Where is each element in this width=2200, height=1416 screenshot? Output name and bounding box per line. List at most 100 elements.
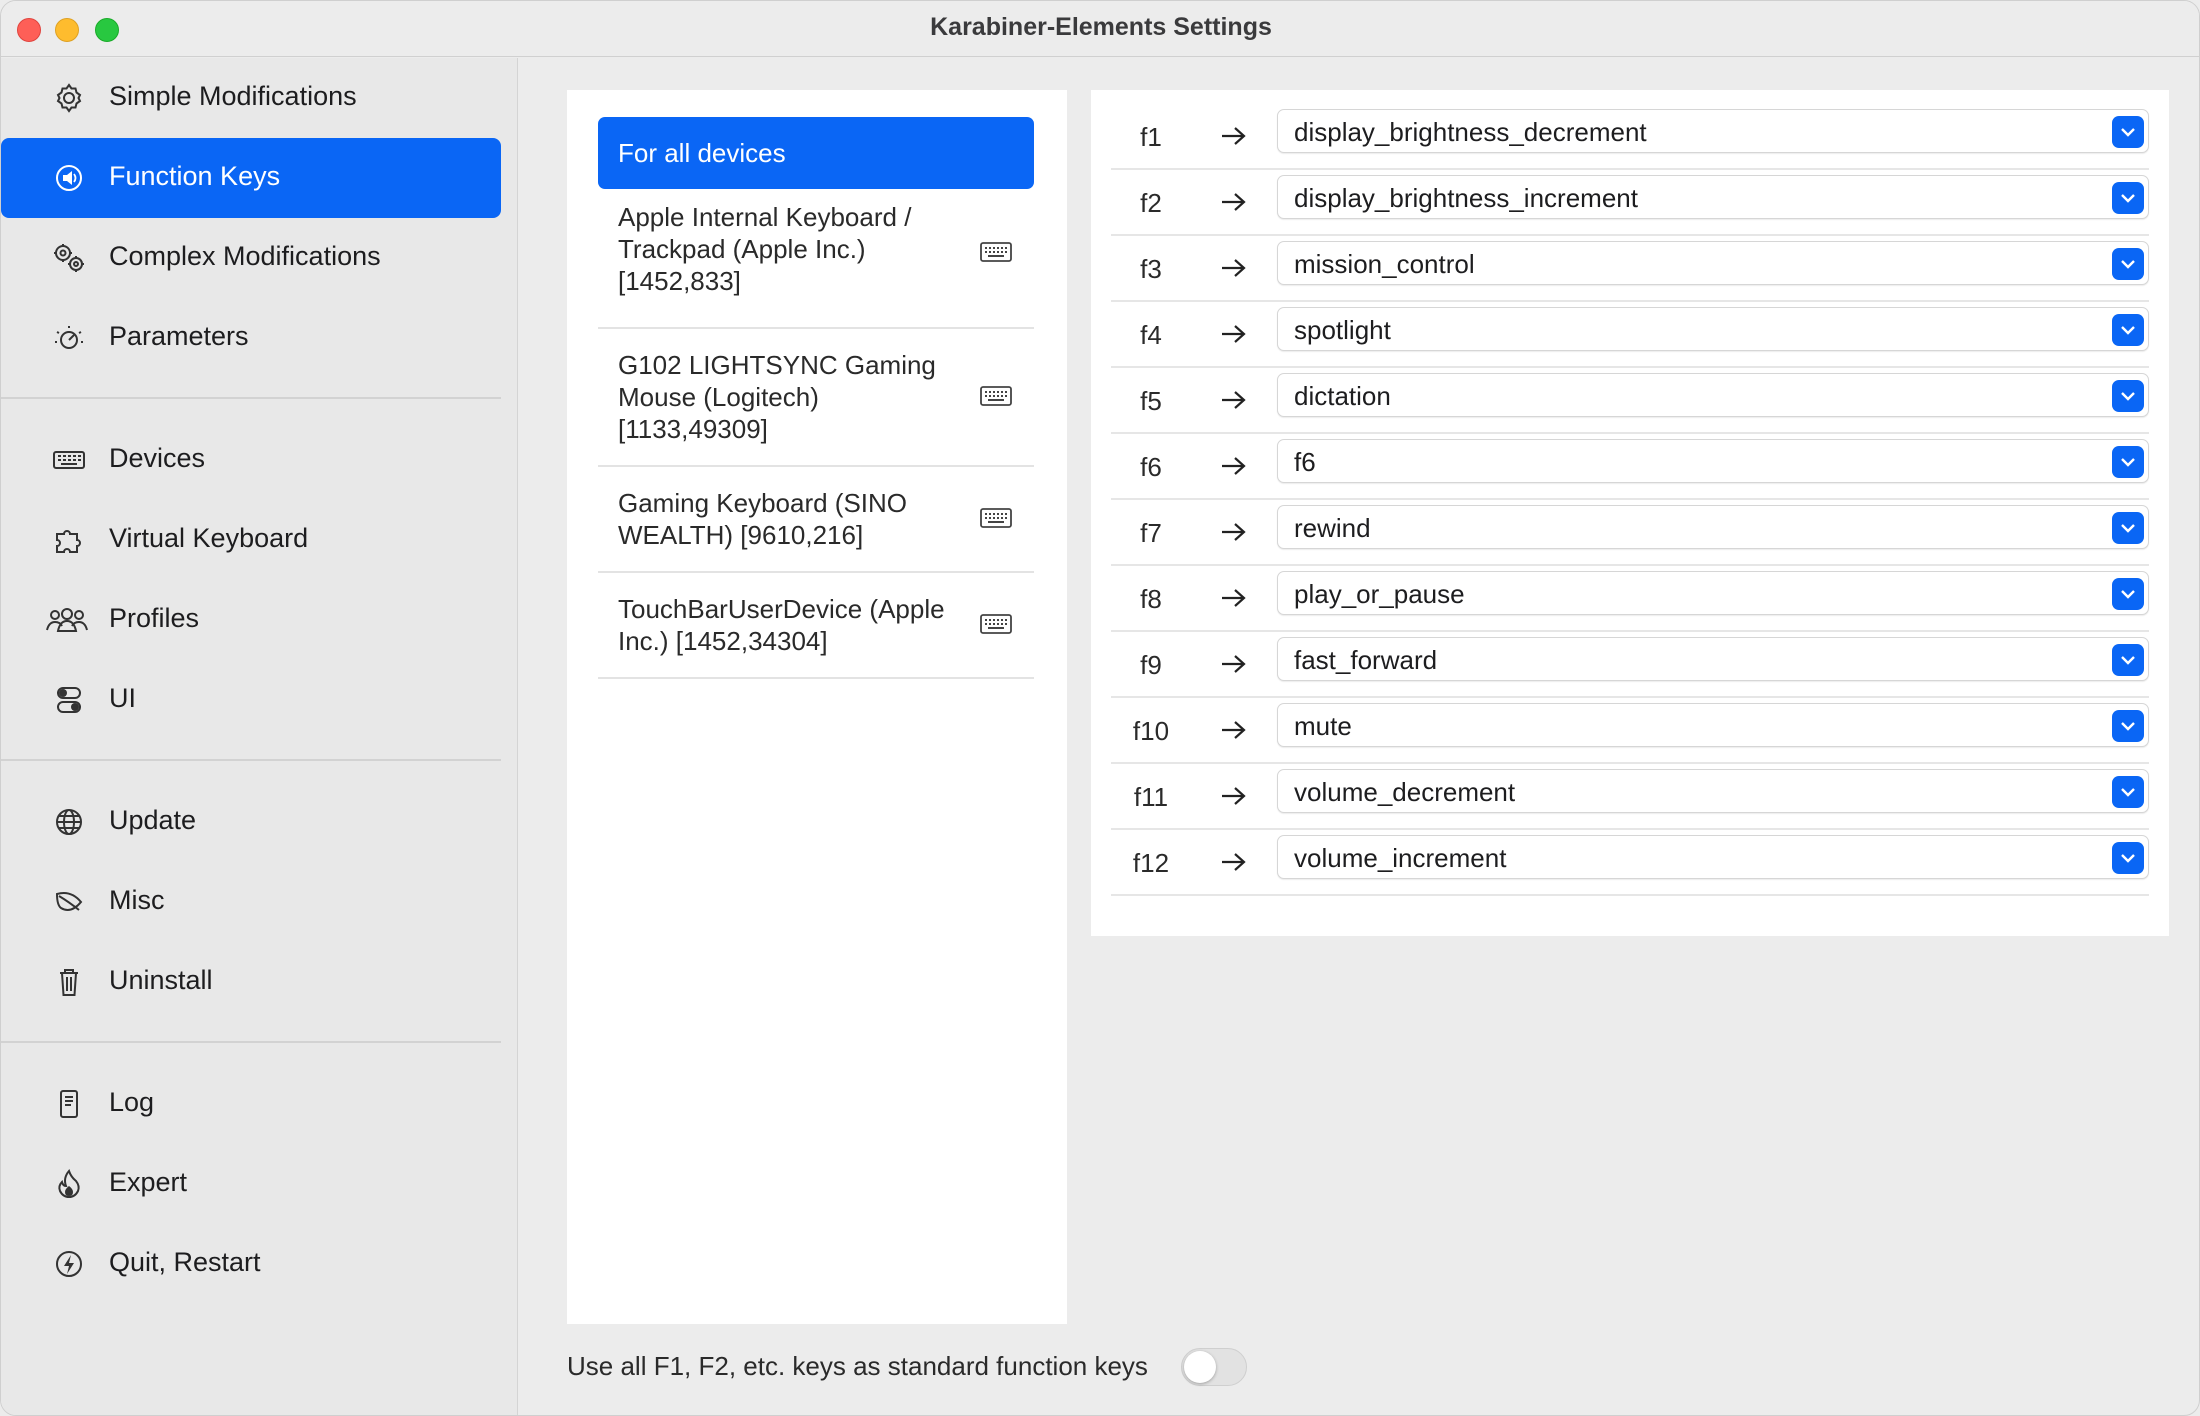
keyboard-icon (980, 508, 1012, 528)
fk-row-f12: f12 volume_increment (1111, 830, 2149, 896)
sidebar-item-update[interactable]: Update (1, 782, 501, 862)
sidebar-divider (1, 397, 501, 399)
app-window: Karabiner-Elements Settings Simple Modif… (0, 0, 2200, 1416)
fk-select-value: spotlight (1294, 315, 1391, 345)
sidebar-item-label: Log (109, 1087, 155, 1117)
device-item[interactable]: Gaming Keyboard (SINO WEALTH) [9610,216] (598, 467, 1034, 573)
fk-select-value: fast_forward (1294, 645, 1438, 675)
chevron-down-icon[interactable] (2112, 314, 2144, 346)
sidebar-item-function-keys[interactable]: Function Keys (1, 138, 501, 218)
fk-select-f5[interactable]: dictation (1277, 373, 2149, 417)
device-item[interactable]: G102 LIGHTSYNC Gaming Mouse (Logitech) [… (598, 329, 1034, 467)
arrow-right-icon (1222, 589, 1246, 607)
standard-function-keys-toggle[interactable] (1181, 1348, 1247, 1386)
fk-select-f7[interactable]: rewind (1277, 505, 2149, 549)
chevron-down-icon[interactable] (2112, 512, 2144, 544)
arrow-right-icon (1222, 655, 1246, 673)
sidebar-item-expert[interactable]: Expert (1, 1144, 501, 1224)
sidebar-item-label: Expert (109, 1167, 188, 1197)
fk-select-f4[interactable]: spotlight (1277, 307, 2149, 351)
chevron-down-icon[interactable] (2112, 842, 2144, 874)
toggle-knob (1184, 1351, 1216, 1383)
fk-select-f1[interactable]: display_brightness_decrement (1277, 109, 2149, 153)
sidebar-item-virtual-keyboard[interactable]: Virtual Keyboard (1, 500, 501, 580)
chevron-down-icon[interactable] (2112, 578, 2144, 610)
sidebar-divider (1, 1041, 501, 1043)
chevron-down-icon[interactable] (2112, 380, 2144, 412)
gear-icon (49, 80, 89, 116)
fk-select-value: rewind (1294, 513, 1371, 543)
fk-row-f5: f5 dictation (1111, 368, 2149, 434)
arrow-right-icon (1222, 193, 1246, 211)
sidebar-item-uninstall[interactable]: Uninstall (1, 942, 501, 1022)
fk-row-f8: f8 play_or_pause (1111, 566, 2149, 632)
standard-function-keys-label: Use all F1, F2, etc. keys as standard fu… (567, 1351, 1148, 1381)
fk-key-label: f9 (1140, 650, 1162, 680)
arrow-right-icon (1222, 853, 1246, 871)
fk-select-f10[interactable]: mute (1277, 703, 2149, 747)
sidebar-item-simple-modifications[interactable]: Simple Modifications (1, 58, 501, 138)
fk-key-label: f3 (1140, 254, 1162, 284)
fk-select-f6[interactable]: f6 (1277, 439, 2149, 483)
chevron-down-icon[interactable] (2112, 116, 2144, 148)
fk-select-f11[interactable]: volume_decrement (1277, 769, 2149, 813)
fk-key-label: f12 (1132, 848, 1170, 878)
device-item[interactable]: TouchBarUserDevice (Apple Inc.) [1452,34… (598, 573, 1034, 679)
sidebar-item-quit-restart[interactable]: Quit, Restart (1, 1224, 501, 1304)
fk-select-f8[interactable]: play_or_pause (1277, 571, 2149, 615)
sidebar-item-label: Complex Modifications (109, 241, 381, 271)
fk-select-f12[interactable]: volume_increment (1277, 835, 2149, 879)
gears-icon (49, 240, 89, 276)
sidebar-item-label: Update (109, 805, 197, 835)
globe-icon (49, 804, 89, 840)
sidebar-item-devices[interactable]: Devices (1, 420, 501, 500)
chevron-down-icon[interactable] (2112, 182, 2144, 214)
toggles-icon (49, 682, 89, 718)
fk-key-label: f2 (1140, 188, 1162, 218)
fk-select-f9[interactable]: fast_forward (1277, 637, 2149, 681)
device-name: G102 LIGHTSYNC Gaming Mouse (Logitech) [… (618, 350, 936, 444)
fk-select-value: dictation (1294, 381, 1391, 411)
device-item[interactable]: Apple Internal Keyboard / Trackpad (Appl… (598, 201, 1034, 329)
chevron-down-icon[interactable] (2112, 776, 2144, 808)
sidebar-item-label: Function Keys (109, 161, 281, 191)
leaf-icon (49, 884, 89, 920)
fk-row-f4: f4 spotlight (1111, 302, 2149, 368)
fk-row-f11: f11 volume_decrement (1111, 764, 2149, 830)
fk-key-label: f4 (1140, 320, 1162, 350)
keyboard-icon (980, 386, 1012, 406)
fk-row-f10: f10 mute (1111, 698, 2149, 764)
device-list: For all devices Apple Internal Keyboard … (567, 90, 1067, 1324)
device-item-all-devices[interactable]: For all devices (598, 117, 1034, 189)
sidebar-item-label: Misc (109, 885, 165, 915)
arrow-right-icon (1222, 259, 1246, 277)
sidebar-item-label: Virtual Keyboard (109, 523, 309, 553)
chevron-down-icon[interactable] (2112, 644, 2144, 676)
chevron-down-icon[interactable] (2112, 446, 2144, 478)
function-key-mappings: f1 display_brightness_decrement f2 displ… (1091, 90, 2169, 936)
chevron-down-icon[interactable] (2112, 710, 2144, 742)
fk-select-value: f6 (1294, 447, 1316, 477)
sidebar-item-parameters[interactable]: Parameters (1, 298, 501, 378)
sidebar-item-label: Simple Modifications (109, 81, 357, 111)
bolt-icon (49, 1246, 89, 1282)
sidebar-item-label: UI (109, 683, 136, 713)
sidebar-item-log[interactable]: Log (1, 1064, 501, 1144)
fk-row-f7: f7 rewind (1111, 500, 2149, 566)
fk-key-label: f7 (1140, 518, 1162, 548)
sidebar-item-complex-modifications[interactable]: Complex Modifications (1, 218, 501, 298)
fk-select-f3[interactable]: mission_control (1277, 241, 2149, 285)
sidebar-item-misc[interactable]: Misc (1, 862, 501, 942)
device-name: Apple Internal Keyboard / Trackpad (Appl… (618, 202, 912, 296)
fk-row-f6: f6 f6 (1111, 434, 2149, 500)
fk-key-label: f10 (1132, 716, 1170, 746)
sidebar-item-ui[interactable]: UI (1, 660, 501, 740)
sidebar-item-label: Profiles (109, 603, 200, 633)
chevron-down-icon[interactable] (2112, 248, 2144, 280)
sidebar-item-profiles[interactable]: Profiles (1, 580, 501, 660)
sidebar-item-label: Devices (109, 443, 206, 473)
fk-select-f2[interactable]: display_brightness_increment (1277, 175, 2149, 219)
fk-key-label: f6 (1140, 452, 1162, 482)
arrow-right-icon (1222, 325, 1246, 343)
trash-icon (49, 964, 89, 1000)
